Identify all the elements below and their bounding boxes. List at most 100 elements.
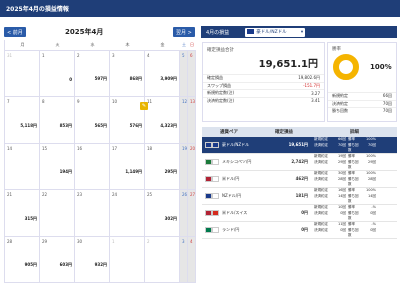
calendar-day[interactable]: 15 194円	[40, 143, 75, 190]
day-number: 21	[7, 192, 13, 198]
calendar-day[interactable]: 3	[180, 236, 188, 282]
day-number: 30	[77, 238, 83, 244]
day-number: 27	[190, 192, 196, 198]
pair-flag-icon	[205, 227, 219, 233]
day-number: 28	[7, 238, 13, 244]
calendar-day[interactable]: 10	[40, 51, 75, 97]
calendar-day[interactable]: 4 3,909円	[145, 51, 180, 97]
pair-detail: 新規約定 16回 勝率 100% 決済約定 14回 勝ち回数 14回	[312, 188, 397, 204]
calendar-day[interactable]: 4	[188, 236, 196, 282]
pair-row[interactable]: 米ドル/スイス 0円 新規約定 10回 勝率 -% 決済約定 0回 勝ち回数 0回	[202, 205, 397, 222]
detail-text: 新規約定	[314, 154, 328, 158]
detail-text: 勝率	[348, 188, 355, 192]
calendar-day[interactable]: 13	[188, 97, 196, 143]
calendar-day[interactable]: 31	[5, 51, 40, 97]
calendar-day[interactable]: 25 302円	[145, 190, 180, 236]
pair-row[interactable]: 豪ドル/NZドル 19,651円 新規約定 66回 勝率 100% 決済約定 70回 勝ち回数 7…	[202, 137, 397, 154]
win-stat-row: 勝ち回数 70回	[328, 107, 396, 115]
calendar-day[interactable]: 18 295円	[145, 143, 180, 190]
next-month-button[interactable]: 翌月 >	[173, 27, 195, 37]
day-number: 8	[42, 99, 45, 105]
day-number: 6	[190, 53, 193, 58]
detail-text: 勝ち回数	[348, 194, 359, 203]
col-detail: 詳細	[350, 130, 359, 135]
calendar-day[interactable]: 7 5,118円	[5, 97, 40, 143]
detail-text: 勝率	[348, 205, 355, 209]
day-pnl: 315円	[24, 215, 37, 221]
pair-select[interactable]: 豪ドル/NZドル ▾	[245, 27, 306, 37]
total-pnl-label: 確定損益合計	[207, 48, 234, 53]
detail-text: 100%	[365, 137, 376, 141]
detail-text: 勝率	[348, 171, 355, 175]
calendar-day[interactable]: 14	[5, 143, 40, 190]
day-number: 2	[147, 238, 150, 244]
detail-text: 11回	[338, 222, 346, 226]
calendar-day[interactable]: 11 4,323円	[145, 97, 180, 143]
calendar-day[interactable]: 22	[40, 190, 75, 236]
panel-title: 4月の損益	[206, 29, 230, 36]
detail-text: 100%	[365, 154, 376, 158]
stat-value: 66回	[382, 93, 392, 99]
day-number: 1	[112, 238, 115, 244]
total-pnl-card: 確定損益合計 19,651.1円 確定損益 19,802.6円 スワップ損益 -151…	[202, 42, 325, 122]
pair-pnl: 462円	[295, 176, 308, 181]
calendar-day[interactable]: 17 1,149円	[110, 143, 145, 190]
calendar-day[interactable]: 8 853円	[40, 97, 75, 143]
weekday-label: 月	[20, 42, 25, 47]
pair-row[interactable]: ランド/円 0円 新規約定 11回 勝率 -% 決済約定 0回 勝ち回数 0回	[202, 222, 397, 239]
day-pnl: 302円	[164, 215, 177, 221]
detail-text: 新規約定	[314, 171, 328, 175]
pair-name: メキシコペソ/円	[222, 159, 252, 164]
calendar-day[interactable]: 5	[180, 51, 188, 97]
calendar-day[interactable]: 12	[180, 97, 188, 143]
pair-name: ランド/円	[222, 227, 240, 232]
pair-select-value: 豪ドル/NZドル	[256, 30, 287, 35]
detail-text: 決済約定	[314, 228, 328, 232]
weekday-header: 月 火 水 木 金 土日	[5, 40, 196, 51]
calendar-week: 7 5,118円 8 853円 9 565円 10 576円 11 4,323円 12 13	[5, 97, 196, 144]
pair-row[interactable]: 米ドル/円 462円 新規約定 30回 勝率 100% 決済約定 28回 勝ち回数 28回	[202, 171, 397, 188]
pair-pnl: 181円	[295, 193, 308, 198]
au-flag-icon	[247, 29, 255, 34]
prev-month-button[interactable]: < 前月	[4, 27, 26, 37]
calendar-day[interactable]: 19	[180, 143, 188, 190]
calendar-day[interactable]: 20	[188, 143, 196, 190]
pair-row[interactable]: NZドル/円 181円 新規約定 16回 勝率 100% 決済約定 14回 勝ち回数 14回	[202, 188, 397, 205]
day-number: 14	[7, 145, 13, 151]
day-number: 25	[147, 192, 153, 198]
calendar-day[interactable]: 9 565円	[75, 97, 110, 143]
page-title: 2025年4月の損益情報	[6, 6, 69, 13]
calendar-day[interactable]: 23	[75, 190, 110, 236]
day-pnl: 4,323円	[160, 122, 177, 128]
calendar-day[interactable]: 24	[110, 190, 145, 236]
calendar-day[interactable]: 28 905円	[5, 236, 40, 282]
calendar-day[interactable]: 30 932円	[75, 236, 110, 282]
calendar-day[interactable]: 27	[188, 190, 196, 236]
calendar-note-icon[interactable]: ✎	[140, 102, 148, 110]
day-number: 31	[7, 53, 13, 58]
calendar-day[interactable]: 1	[110, 236, 145, 282]
detail-text: 29回	[338, 160, 346, 164]
detail-text: 28回	[368, 177, 376, 181]
calendar-day[interactable]: 3 868円	[110, 51, 145, 97]
pair-pnl: 2,742円	[291, 159, 308, 164]
day-number: 4	[147, 53, 150, 58]
day-number: 17	[112, 145, 118, 151]
detail-text: 勝率	[348, 137, 355, 141]
calendar-day[interactable]: 2 597円	[75, 51, 110, 97]
day-pnl: 597円	[94, 76, 107, 82]
calendar-day[interactable]: 6	[188, 51, 196, 97]
calendar-day[interactable]: 26	[180, 190, 188, 236]
day-number: 4	[190, 238, 193, 244]
day-number: 3	[112, 53, 115, 58]
day-number: 5	[182, 53, 185, 58]
calendar-day[interactable]: 2	[145, 236, 180, 282]
calendar-day[interactable]: 16	[75, 143, 110, 190]
calendar-day[interactable]: 21 315円	[5, 190, 40, 236]
pair-row[interactable]: メキシコペソ/円 2,742円 新規約定 19回 勝率 100% 決済約定 29回 勝ち回数 29…	[202, 154, 397, 171]
pair-name: 豪ドル/NZドル	[222, 142, 250, 147]
calendar-day[interactable]: 29 603円	[40, 236, 75, 282]
day-pnl: 0	[69, 77, 72, 83]
day-number: 2	[77, 53, 80, 58]
detail-text: 16回	[338, 188, 346, 192]
